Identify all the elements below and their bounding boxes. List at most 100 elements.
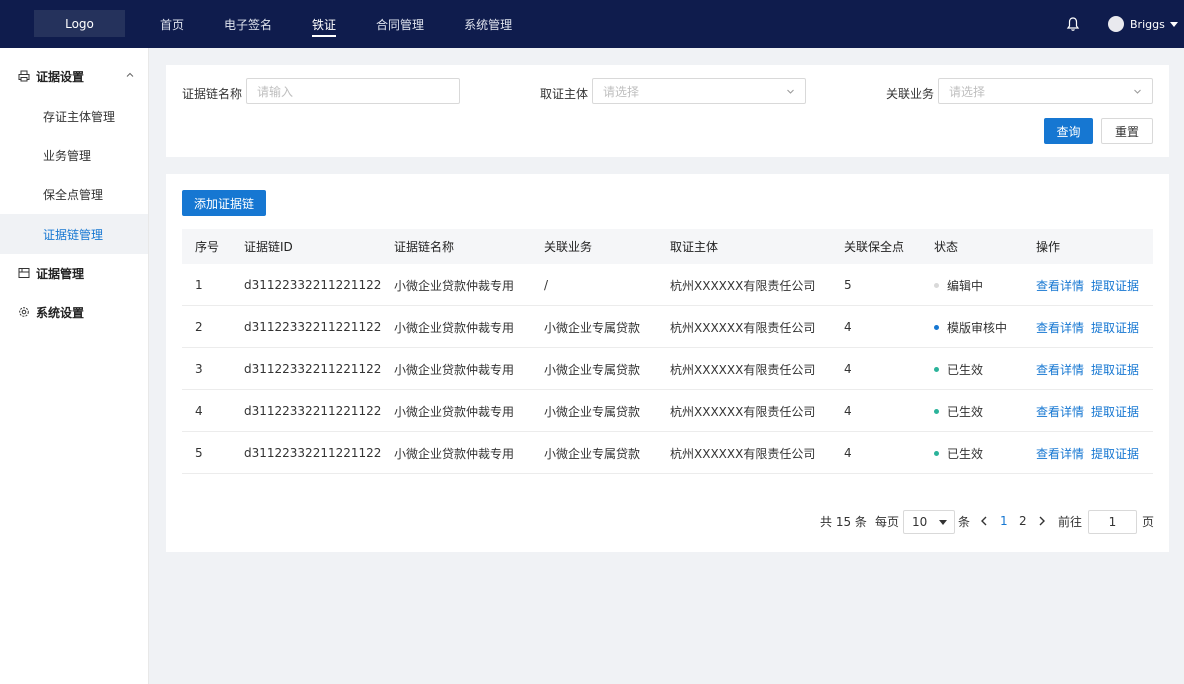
view-detail-link[interactable]: 查看详情	[1036, 445, 1084, 462]
search-panel: 证据链名称 请输入 取证主体 请选择 关联业务 请选择 查询 重置	[166, 65, 1169, 157]
add-evidence-chain-button[interactable]: 添加证据链	[182, 190, 266, 216]
cell-points: 5	[844, 278, 852, 292]
sidebar-group-label: 系统设置	[36, 305, 85, 320]
status-dot	[934, 282, 939, 288]
sidebar-group-label: 证据管理	[36, 266, 85, 281]
cell-index: 1	[195, 278, 203, 292]
user-menu[interactable]: Briggs	[1108, 14, 1178, 34]
table-row: 1 d31122332211221122 小微企业贷款仲裁专用 / 杭州XXXXXX有限…	[182, 264, 1153, 306]
chain-name-input[interactable]: 请输入	[246, 78, 460, 104]
pagination-unit: 条	[958, 514, 971, 529]
extract-evidence-link[interactable]: 提取证据	[1091, 361, 1139, 378]
column-header-index: 序号	[195, 240, 220, 254]
cell-subject: 杭州XXXXXX有限责任公司	[670, 362, 816, 377]
cell-chain-name: 小微企业贷款仲裁专用	[394, 446, 515, 461]
sidebar-group-evidence-settings[interactable]: 证据设置	[0, 56, 149, 96]
sidebar-item-evidence-chain[interactable]: 证据链管理	[0, 214, 148, 254]
table-row: 3 d31122332211221122 小微企业贷款仲裁专用 小微企业专属贷款 杭州X…	[182, 348, 1153, 390]
caret-down-icon	[1169, 21, 1178, 27]
nav-item-evidence[interactable]: 铁证	[312, 0, 337, 48]
extract-evidence-link[interactable]: 提取证据	[1091, 277, 1139, 294]
nav-item-home[interactable]: 首页	[160, 0, 184, 48]
chevron-up-icon	[126, 72, 134, 77]
status-text: 编辑中	[947, 278, 984, 293]
cell-chain-id: d31122332211221122	[244, 362, 382, 376]
logo[interactable]: Logo	[34, 10, 125, 37]
view-detail-link[interactable]: 查看详情	[1036, 277, 1084, 294]
subject-select[interactable]: 请选择	[592, 78, 806, 104]
status-text: 已生效	[947, 362, 984, 377]
sidebar-group-evidence-management[interactable]: 证据管理	[0, 253, 149, 293]
nav-item-e-signature[interactable]: 电子签名	[224, 0, 272, 48]
column-header-subject: 取证主体	[670, 240, 719, 254]
cell-subject: 杭州XXXXXX有限责任公司	[670, 278, 816, 293]
goto-page-input[interactable]: 1	[1088, 510, 1137, 534]
sidebar-item-preservation-point[interactable]: 保全点管理	[0, 174, 148, 214]
cell-chain-id: d31122332211221122	[244, 404, 382, 418]
view-detail-link[interactable]: 查看详情	[1036, 361, 1084, 378]
extract-evidence-link[interactable]: 提取证据	[1091, 445, 1139, 462]
nav-item-system[interactable]: 系统管理	[464, 0, 512, 48]
prev-page-icon[interactable]	[980, 515, 988, 527]
cell-chain-id: d31122332211221122	[244, 446, 382, 460]
cell-actions: 查看详情 提取证据	[1036, 390, 1146, 432]
cell-subject: 杭州XXXXXX有限责任公司	[670, 320, 816, 335]
cell-actions: 查看详情 提取证据	[1036, 264, 1146, 306]
cell-chain-name: 小微企业贷款仲裁专用	[394, 320, 515, 335]
sidebar-group-system-settings[interactable]: 系统设置	[0, 292, 149, 332]
cell-business: 小微企业专属贷款	[544, 362, 641, 377]
column-header-actions: 操作	[1036, 240, 1061, 254]
sidebar-item-subject[interactable]: 存证主体管理	[0, 96, 148, 136]
cell-actions: 查看详情 提取证据	[1036, 432, 1146, 474]
business-select[interactable]: 请选择	[938, 78, 1153, 104]
query-button[interactable]: 查询	[1044, 118, 1093, 144]
cell-points: 4	[844, 362, 852, 376]
column-header-chain-name: 证据链名称	[394, 240, 455, 254]
cell-index: 3	[195, 362, 203, 376]
cell-points: 4	[844, 446, 852, 460]
column-header-points: 关联保全点	[844, 240, 905, 254]
pagination-total: 共 15 条	[820, 514, 867, 529]
column-header-chain-id: 证据链ID	[244, 240, 293, 254]
subject-label: 取证主体	[540, 87, 589, 101]
cell-status: 已生效	[934, 348, 983, 390]
cell-chain-name: 小微企业贷款仲裁专用	[394, 362, 515, 377]
cell-index: 2	[195, 320, 203, 334]
bell-icon[interactable]	[1066, 16, 1080, 32]
view-detail-link[interactable]: 查看详情	[1036, 319, 1084, 336]
business-label: 关联业务	[886, 87, 935, 101]
avatar	[1108, 16, 1124, 32]
next-page-icon[interactable]	[1038, 515, 1046, 527]
page-1[interactable]: 1	[1000, 510, 1008, 532]
cell-business: 小微企业专属贷款	[544, 404, 641, 419]
reset-button[interactable]: 重置	[1101, 118, 1153, 144]
top-nav: 首页 电子签名 铁证 合同管理 系统管理	[160, 0, 552, 48]
cell-points: 4	[844, 404, 852, 418]
cell-index: 5	[195, 446, 203, 460]
view-detail-link[interactable]: 查看详情	[1036, 403, 1084, 420]
table-header: 序号 证据链ID 证据链名称 关联业务 取证主体 关联保全点 状态 操作	[182, 229, 1153, 264]
extract-evidence-link[interactable]: 提取证据	[1091, 403, 1139, 420]
cell-chain-name: 小微企业贷款仲裁专用	[394, 278, 515, 293]
chevron-down-icon	[787, 89, 794, 94]
cell-business: /	[544, 278, 549, 292]
cell-points: 4	[844, 320, 852, 334]
page-size-select[interactable]: 10	[903, 510, 955, 534]
table-row: 4 d31122332211221122 小微企业贷款仲裁专用 小微企业专属贷款 杭州X…	[182, 390, 1153, 432]
column-header-status: 状态	[934, 240, 959, 254]
nav-item-contract[interactable]: 合同管理	[376, 0, 424, 48]
column-header-business: 关联业务	[544, 240, 593, 254]
table-row: 2 d31122332211221122 小微企业贷款仲裁专用 小微企业专属贷款 杭州X…	[182, 306, 1153, 348]
extract-evidence-link[interactable]: 提取证据	[1091, 319, 1139, 336]
cell-chain-id: d31122332211221122	[244, 278, 382, 292]
top-bar: Logo 首页 电子签名 铁证 合同管理 系统管理 Briggs	[0, 0, 1184, 48]
status-text: 已生效	[947, 446, 984, 461]
page-2[interactable]: 2	[1019, 510, 1027, 532]
status-dot	[934, 366, 939, 372]
user-name: Briggs	[1130, 17, 1165, 31]
sidebar-item-business[interactable]: 业务管理	[0, 135, 148, 175]
cell-business: 小微企业专属贷款	[544, 446, 641, 461]
chain-name-label: 证据链名称	[182, 87, 243, 101]
goto-label: 前往	[1058, 514, 1083, 529]
cell-actions: 查看详情 提取证据	[1036, 348, 1146, 390]
